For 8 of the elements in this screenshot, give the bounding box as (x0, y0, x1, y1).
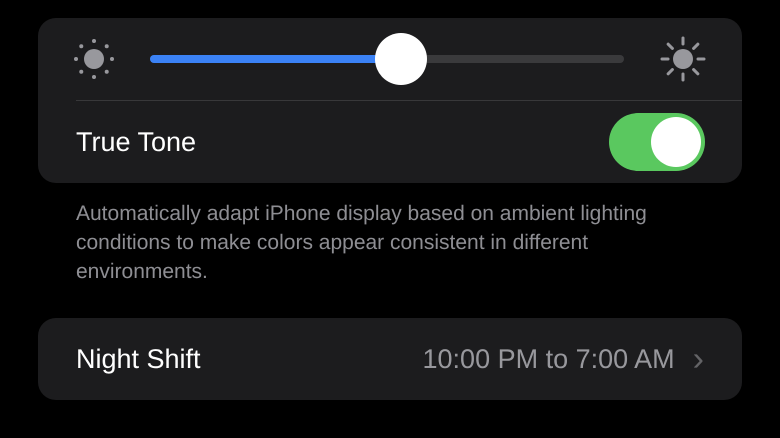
bright-sun-icon (660, 36, 706, 82)
true-tone-label: True Tone (76, 126, 196, 158)
night-shift-label: Night Shift (76, 344, 202, 374)
night-shift-schedule: 10:00 PM to 7:00 AM (422, 344, 675, 374)
footer-description: Automatically adapt iPhone display based on ambient lighting conditions to make colors appear consistent in different environments. (76, 201, 648, 285)
night-shift-row[interactable]: Night Shift 10:00 PM to 7:00 AM › (38, 318, 742, 400)
dim-sun-icon (74, 39, 114, 79)
chevron-icon: › (692, 342, 704, 376)
